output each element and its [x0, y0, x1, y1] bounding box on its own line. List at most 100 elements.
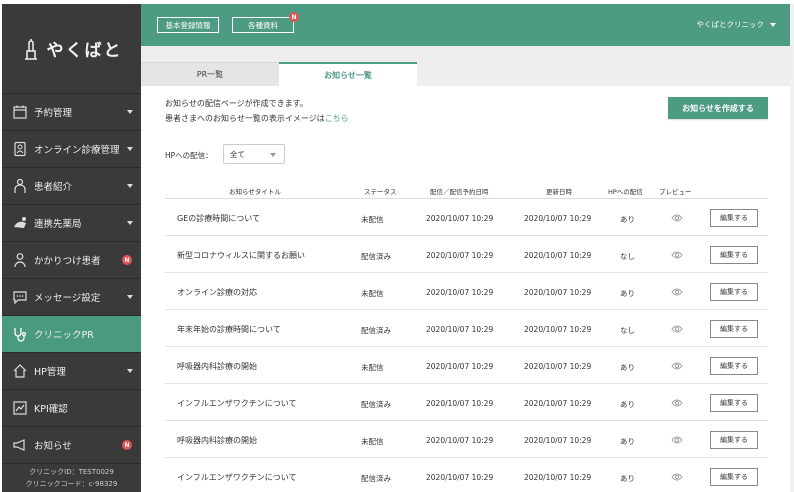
- updated-date-cell: 2020/10/07 10:29: [524, 399, 592, 408]
- updated-date-cell: 2020/10/07 10:29: [524, 251, 592, 260]
- eye-icon[interactable]: [671, 360, 683, 372]
- news-title[interactable]: 新型コロナウィルスに関するお願い: [177, 250, 305, 261]
- sidebar-item-label: 連携先薬局: [34, 219, 82, 230]
- intro-preview-prefix: 患者さまへのお知らせ一覧の表示イメージは: [165, 114, 325, 123]
- tab-bar: PR一覧 お知らせ一覧: [141, 46, 794, 86]
- publish-date-cell: 2020/10/07 10:29: [426, 473, 494, 482]
- sidebar-item-label: かかりつけ患者: [34, 256, 101, 267]
- hp-delivery-cell: あり: [620, 400, 635, 409]
- publish-date-cell: 2020/10/07 10:29: [426, 325, 494, 334]
- new-badge: N: [122, 440, 132, 450]
- edit-button[interactable]: 編集する: [710, 431, 758, 449]
- updated-date-cell: 2020/10/07 10:29: [524, 362, 592, 371]
- person-icon: [12, 252, 28, 268]
- news-title[interactable]: 年末年始の診療時間について: [177, 324, 281, 335]
- sidebar-item-label: オンライン診療管理: [34, 145, 120, 156]
- sidebar-item-label: 患者紹介: [34, 182, 73, 193]
- sidebar-item-5[interactable]: メッセージ設定: [2, 279, 141, 316]
- tablet-doctor-icon: [12, 141, 28, 157]
- chart-icon: [12, 400, 28, 416]
- eye-icon[interactable]: [671, 397, 683, 409]
- intro-text: お知らせの配信ページが作成できます。: [165, 99, 308, 108]
- eye-icon[interactable]: [671, 249, 683, 261]
- updated-date-cell: 2020/10/07 10:29: [524, 325, 592, 334]
- table-row: 呼吸器内科診療の開始 未配信 2020/10/07 10:29 2020/10/07 …: [165, 421, 768, 458]
- status-cell: 未配信: [361, 215, 384, 224]
- eye-icon[interactable]: [671, 434, 683, 446]
- sidebar-item-2[interactable]: 患者紹介: [2, 168, 141, 205]
- hp-filter-label: HPへの配信：: [165, 151, 213, 160]
- sidebar-item-0[interactable]: 予約管理: [2, 94, 141, 131]
- chevron-down-icon: [127, 369, 133, 373]
- edit-button[interactable]: 編集する: [710, 357, 758, 375]
- edit-button[interactable]: 編集する: [710, 283, 758, 301]
- chat-bubble-icon: [12, 289, 28, 305]
- publish-date-cell: 2020/10/07 10:29: [426, 214, 494, 223]
- chevron-down-icon: [270, 153, 276, 157]
- logo[interactable]: やくばと: [2, 4, 141, 94]
- basic-info-button[interactable]: 基本登録情報: [157, 17, 219, 33]
- patient-icon: [12, 178, 28, 194]
- eye-icon[interactable]: [671, 323, 683, 335]
- eye-icon[interactable]: [671, 212, 683, 224]
- news-title[interactable]: GEの診療時間について: [177, 213, 260, 224]
- sidebar-item-7[interactable]: HP管理: [2, 353, 141, 390]
- sidebar-item-label: クリニックPR: [34, 330, 94, 341]
- updated-date-cell: 2020/10/07 10:29: [524, 436, 592, 445]
- hp-delivery-cell: あり: [620, 289, 635, 298]
- eye-icon[interactable]: [671, 286, 683, 298]
- edit-button[interactable]: 編集する: [710, 320, 758, 338]
- table-row: 呼吸器内科診療の開始 未配信 2020/10/07 10:29 2020/10/07 …: [165, 347, 768, 384]
- tab-news-list[interactable]: お知らせ一覧: [279, 62, 417, 86]
- documents-new-badge: N: [289, 12, 299, 22]
- news-title[interactable]: オンライン診療の対応: [177, 287, 257, 298]
- news-title[interactable]: インフルエンザワクチンについて: [177, 472, 297, 483]
- sidebar: やくばと 予約管理オンライン診療管理 患者紹介連携先薬局かかりつけ患者 N メッセージ…: [2, 4, 141, 492]
- new-badge: N: [122, 255, 132, 265]
- create-news-button[interactable]: お知らせを作成する: [668, 97, 768, 119]
- table-row: 年末年始の診療時間について 配信済み 2020/10/07 10:29 2020/10…: [165, 310, 768, 347]
- chevron-down-icon: [770, 22, 776, 27]
- edit-button[interactable]: 編集する: [710, 246, 758, 264]
- col-header-updated: 更新日時: [546, 188, 572, 196]
- preview-link[interactable]: こちら: [325, 114, 349, 123]
- hp-delivery-cell: なし: [620, 326, 635, 335]
- news-title[interactable]: 呼吸器内科診療の開始: [177, 435, 257, 446]
- col-header-publish: 配信／配信予約日時: [430, 188, 489, 196]
- edit-button[interactable]: 編集する: [710, 209, 758, 227]
- clinic-id: クリニックID：TEST0029: [29, 468, 114, 476]
- sidebar-item-8[interactable]: KPI確認: [2, 390, 141, 427]
- news-title[interactable]: インフルエンザワクチンについて: [177, 398, 297, 409]
- page-scrollbar[interactable]: [790, 4, 794, 492]
- pharmacy-logo-icon: [24, 38, 37, 60]
- clinic-code: クリニックコード：c-98329: [25, 480, 118, 488]
- updated-date-cell: 2020/10/07 10:29: [524, 473, 592, 482]
- table-body: GEの診療時間について 未配信 2020/10/07 10:29 2020/10/07…: [165, 199, 768, 492]
- col-header-title: お知らせタイトル: [229, 188, 281, 196]
- documents-button[interactable]: 各種資料 N: [232, 12, 299, 33]
- clinic-account-menu[interactable]: やくばとクリニック: [697, 19, 776, 30]
- edit-button[interactable]: 編集する: [710, 468, 758, 486]
- eye-icon[interactable]: [671, 471, 683, 483]
- pharmacy-icon: [12, 215, 28, 231]
- hp-delivery-cell: あり: [620, 215, 635, 224]
- tab-pr-list[interactable]: PR一覧: [141, 62, 279, 86]
- chevron-down-icon: [127, 147, 133, 151]
- publish-date-cell: 2020/10/07 10:29: [426, 436, 494, 445]
- sidebar-item-6[interactable]: クリニックPR: [2, 316, 141, 353]
- edit-button[interactable]: 編集する: [710, 394, 758, 412]
- sidebar-item-4[interactable]: かかりつけ患者 N: [2, 242, 141, 279]
- chevron-down-icon: [127, 110, 133, 114]
- megaphone-icon: [12, 437, 28, 453]
- col-header-status: ステータス: [364, 188, 397, 196]
- sidebar-item-1[interactable]: オンライン診療管理: [2, 131, 141, 168]
- hp-filter-select[interactable]: 全て: [223, 144, 285, 164]
- table-row: GEの診療時間について 未配信 2020/10/07 10:29 2020/10/07…: [165, 199, 768, 236]
- publish-date-cell: 2020/10/07 10:29: [426, 399, 494, 408]
- news-title[interactable]: 呼吸器内科診療の開始: [177, 361, 257, 372]
- status-cell: 配信済み: [361, 326, 391, 335]
- sidebar-item-3[interactable]: 連携先薬局: [2, 205, 141, 242]
- sidebar-item-label: お知らせ: [34, 441, 72, 452]
- chevron-down-icon: [127, 221, 133, 225]
- chevron-down-icon: [127, 295, 133, 299]
